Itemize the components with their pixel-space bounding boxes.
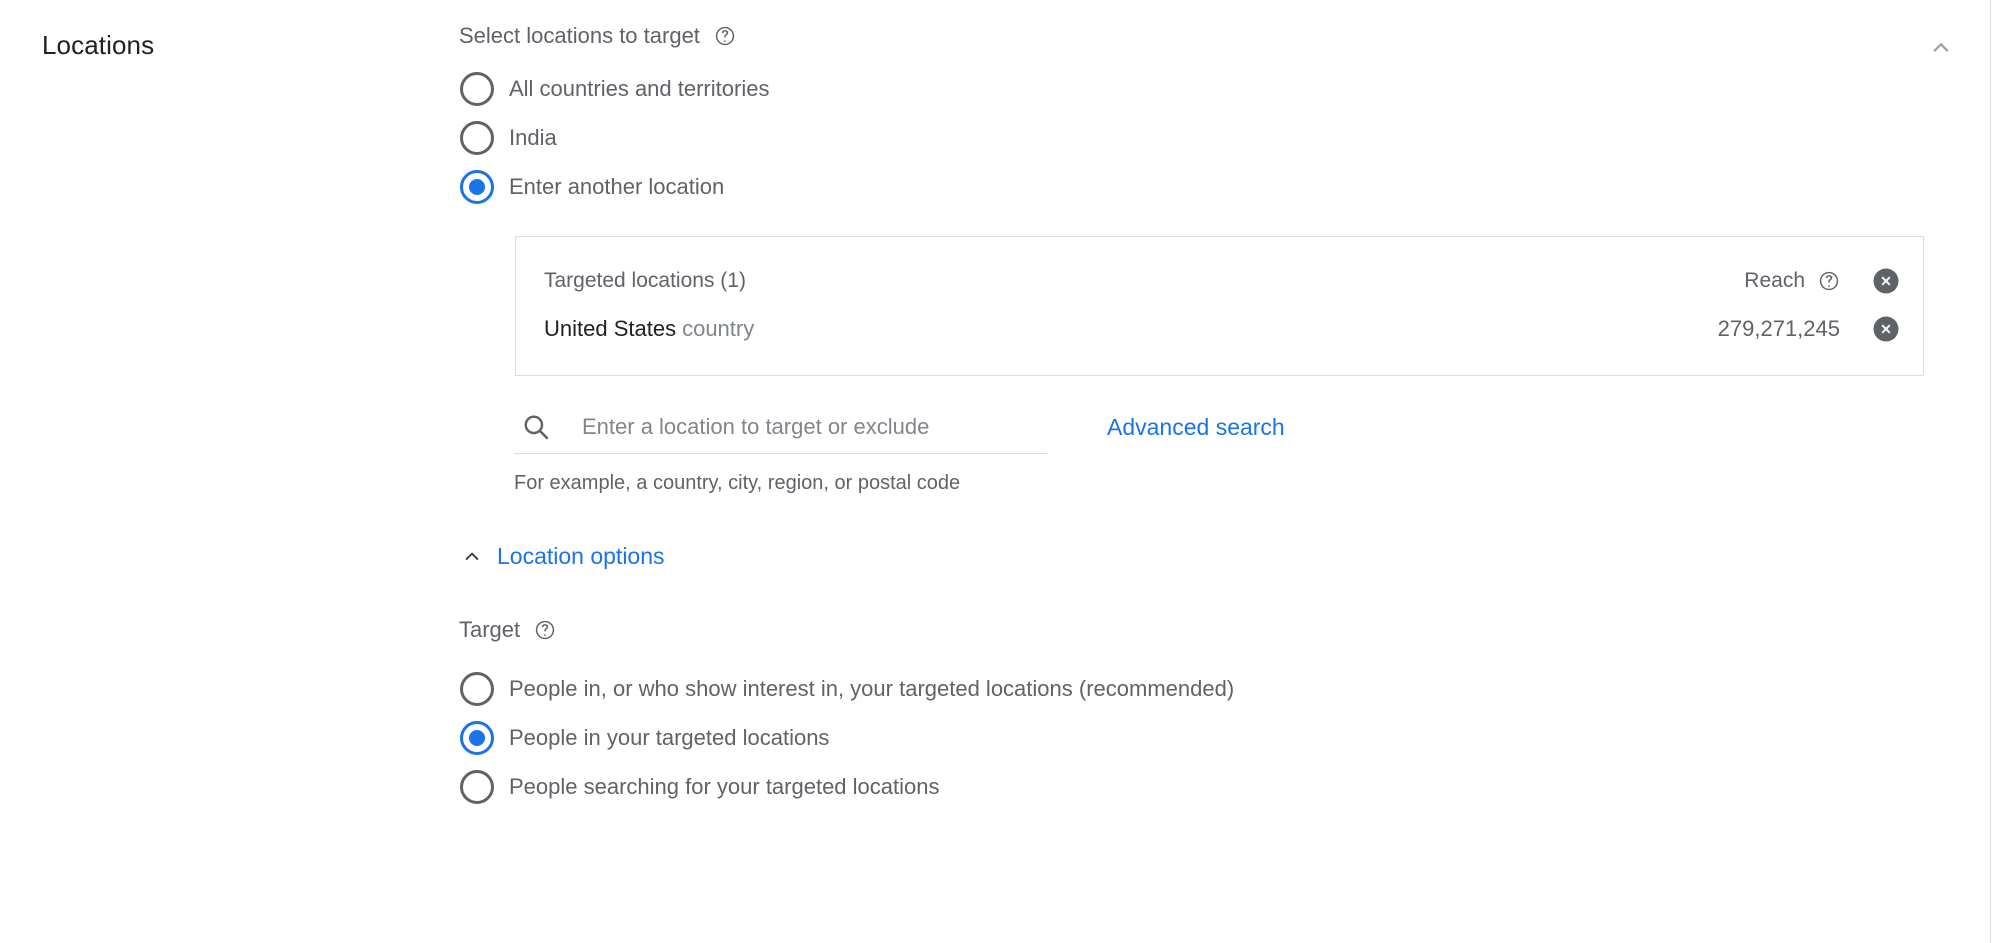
radio-indicator [460,170,494,204]
radio-label: People searching for your targeted locat… [509,773,939,801]
reach-value: 279,271,245 [1718,316,1840,342]
radio-indicator [460,72,494,106]
panel-right-divider [1990,0,1991,943]
targeted-locations-header-row: Targeted locations (1) Reach [516,257,1923,305]
target-title: Target [459,616,520,644]
search-hint: For example, a country, city, region, or… [514,470,1047,496]
select-locations-title-row: Select locations to target [459,22,1939,50]
select-locations-radio-group[interactable]: All countries and territories India Ente… [459,64,1939,211]
help-icon[interactable] [1818,270,1840,292]
table-row: United Statescountry 279,271,245 [516,305,1923,353]
search-input-line [514,400,1047,454]
page-title: Locations [42,28,154,62]
chevron-up-icon [459,543,485,569]
search-icon[interactable] [520,411,552,443]
search-input[interactable] [582,414,1047,440]
location-type: country [682,316,754,341]
reach-header: Reach [1744,266,1901,296]
location-cell: United Statescountry [544,316,1718,343]
radio-indicator [460,121,494,155]
radio-people-in-targeted-locations[interactable]: People in your targeted locations [459,713,1939,762]
locations-settings-panel: Locations Select locations to target Al [0,0,2000,943]
location-options-toggle[interactable]: Location options [459,541,665,571]
remove-all-locations-button[interactable] [1871,266,1901,296]
reach-label: Reach [1744,269,1805,293]
help-icon[interactable] [714,25,736,47]
radio-indicator [460,770,494,804]
help-icon[interactable] [534,619,556,641]
radio-label: All countries and territories [509,75,769,103]
target-title-row: Target [459,616,1939,644]
radio-label: People in, or who show interest in, your… [509,675,1234,703]
radio-indicator [460,672,494,706]
locations-content: Select locations to target All countries… [459,22,1939,811]
radio-label: Enter another location [509,173,724,201]
radio-enter-another-location[interactable]: Enter another location [459,162,1939,211]
location-name: United States [544,316,676,341]
advanced-search-link[interactable]: Advanced search [1107,412,1285,442]
radio-all-countries-and-territories[interactable]: All countries and territories [459,64,1939,113]
radio-label: People in your targeted locations [509,724,829,752]
target-section: Target People in, or who show interest i… [459,616,1939,811]
targeted-locations-card: Targeted locations (1) Reach [515,236,1924,376]
radio-label: India [509,124,557,152]
radio-people-searching-for-targeted-locations[interactable]: People searching for your targeted locat… [459,762,1939,811]
radio-people-in-or-interested[interactable]: People in, or who show interest in, your… [459,664,1939,713]
reach-cell: 279,271,245 [1718,314,1901,344]
location-search-block: For example, a country, city, region, or… [514,400,1939,496]
radio-indicator [460,721,494,755]
select-locations-title: Select locations to target [459,22,700,50]
remove-location-button[interactable] [1871,314,1901,344]
radio-india[interactable]: India [459,113,1939,162]
location-options-label: Location options [497,541,665,571]
target-radio-group[interactable]: People in, or who show interest in, your… [459,664,1939,811]
targeted-locations-count: Targeted locations (1) [544,268,1744,294]
location-search-field: For example, a country, city, region, or… [514,400,1047,496]
